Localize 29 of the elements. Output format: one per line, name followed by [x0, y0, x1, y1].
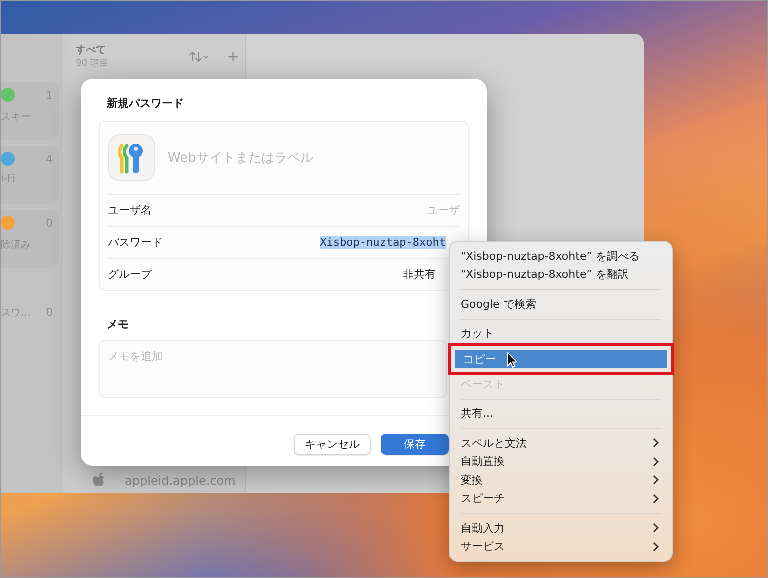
- menu-item[interactable]: サービス: [455, 538, 667, 556]
- menu-item[interactable]: スピーチ: [455, 490, 667, 508]
- fruit-logo-icon: [92, 472, 107, 489]
- group-popup[interactable]: 非共有: [403, 267, 436, 282]
- menu-item[interactable]: “Xisbop-nuztap-8xohte” を調べる: [455, 247, 667, 266]
- menu-item[interactable]: 自動入力: [455, 519, 667, 538]
- menu-item[interactable]: Google で検索: [455, 295, 667, 314]
- sort-icon[interactable]: [188, 48, 208, 64]
- memo-label: メモ: [107, 317, 130, 332]
- menu-item[interactable]: コピー: [448, 343, 674, 375]
- list-title: すべて: [76, 44, 107, 57]
- field-label: パスワード: [108, 235, 163, 250]
- password-field[interactable]: Xisbop-nuztap-8xoht: [320, 236, 446, 249]
- menu-item[interactable]: 変換: [455, 471, 667, 490]
- menu-item[interactable]: スペルと文法: [455, 434, 667, 452]
- menu-item[interactable]: 共有...: [455, 404, 667, 423]
- field-label: ユーザ名: [108, 203, 152, 218]
- field-label: グループ: [108, 267, 152, 282]
- dialog-title: 新規パスワード: [107, 96, 185, 111]
- keys-app-icon: [108, 134, 156, 182]
- memo-field[interactable]: メモを追加: [99, 340, 447, 398]
- website-field[interactable]: Webサイトまたはラベル: [166, 150, 426, 166]
- menu-item[interactable]: “Xisbop-nuztap-8xohte” を翻訳: [455, 266, 667, 284]
- add-icon[interactable]: [228, 50, 239, 64]
- menu-item[interactable]: 自動置換: [455, 452, 667, 471]
- mouse-pointer-icon: [507, 352, 517, 368]
- cancel-button[interactable]: キャンセル: [294, 434, 371, 455]
- save-button[interactable]: 保存: [381, 434, 449, 455]
- menu-item[interactable]: カット: [455, 324, 667, 343]
